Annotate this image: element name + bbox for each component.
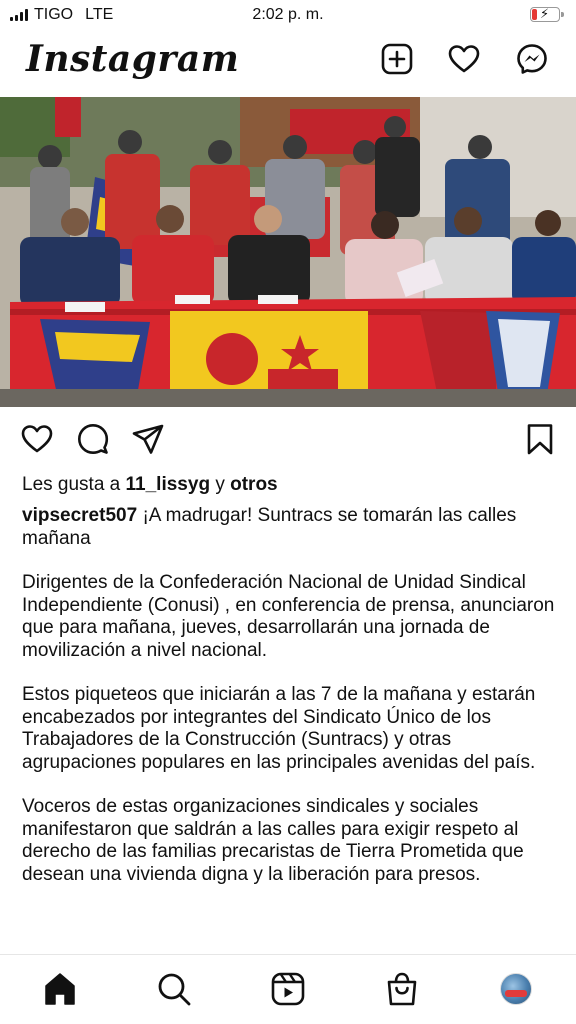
post-caption: vipsecret507 ¡A madrugar! Suntracs se to…: [22, 505, 562, 908]
caption-paragraph: Dirigentes de la Confederación Nacional …: [22, 572, 555, 661]
post-photo[interactable]: [0, 97, 576, 407]
battery-icon: ⚡: [530, 6, 564, 22]
add-post-icon[interactable]: [380, 42, 414, 76]
likes-others-link[interactable]: otros: [230, 474, 278, 495]
bookmark-icon[interactable]: [523, 422, 557, 456]
liked-by-user-link[interactable]: 11_lissyg: [126, 474, 211, 495]
reels-icon[interactable]: [270, 971, 306, 1007]
comment-icon[interactable]: [76, 422, 110, 456]
status-bar: TIGO LTE 2:02 p. m. ⚡: [0, 0, 576, 30]
post-action-bar: [0, 420, 576, 460]
home-icon[interactable]: [42, 971, 78, 1007]
bottom-nav: [0, 954, 576, 1024]
instagram-logo[interactable]: Instagram: [26, 38, 239, 80]
likes-summary: Les gusta a 11_lissyg y otros: [22, 474, 278, 496]
profile-avatar[interactable]: [500, 973, 532, 1005]
caption-username-link[interactable]: vipsecret507: [22, 505, 137, 526]
clock: 2:02 p. m.: [252, 6, 324, 23]
caption-paragraph: Voceros de estas organizaciones sindical…: [22, 796, 524, 885]
caption-headline: vipsecret507 ¡A madrugar! Suntracs se to…: [22, 505, 562, 550]
app-header: Instagram: [0, 32, 576, 94]
likes-prefix: Les gusta a: [22, 474, 121, 495]
share-icon[interactable]: [131, 422, 165, 456]
messenger-icon[interactable]: [515, 42, 549, 76]
heart-icon[interactable]: [447, 42, 481, 76]
shop-icon[interactable]: [384, 971, 420, 1007]
like-heart-icon[interactable]: [20, 422, 54, 456]
likes-connector: y: [215, 474, 225, 495]
caption-paragraph: Estos piqueteos que iniciarán a las 7 de…: [22, 684, 536, 773]
search-icon[interactable]: [156, 971, 192, 1007]
